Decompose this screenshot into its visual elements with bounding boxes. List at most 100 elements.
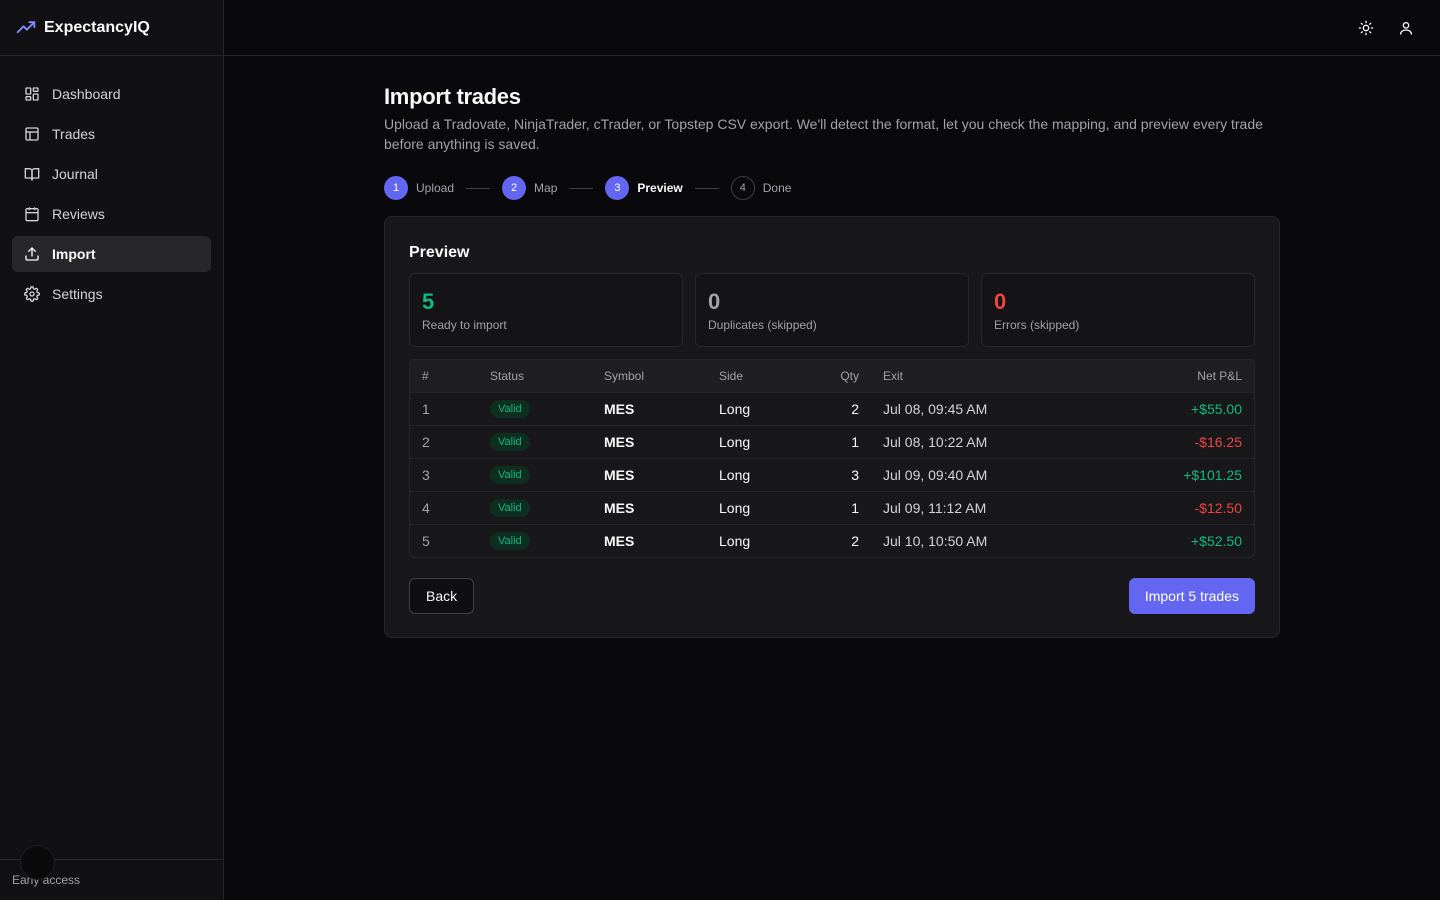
table-row: 1 Valid MES Long 2 Jul 08, 09:45 AM +$55… bbox=[410, 391, 1254, 425]
row-exit: Jul 08, 09:45 AM bbox=[871, 391, 1071, 425]
row-pnl: +$55.00 bbox=[1071, 391, 1254, 425]
row-qty: 1 bbox=[811, 490, 871, 524]
sidebar: ExpectancyIQ Dashboard Trades Journal Re… bbox=[0, 0, 224, 900]
sidebar-item-import[interactable]: Import bbox=[12, 236, 211, 272]
status-badge: Valid bbox=[490, 433, 530, 451]
row-index: 3 bbox=[410, 457, 478, 491]
row-symbol: MES bbox=[592, 490, 707, 524]
column-header: # bbox=[422, 368, 429, 383]
step-number: 4 bbox=[730, 176, 755, 200]
row-qty: 1 bbox=[811, 424, 871, 458]
topbar bbox=[224, 0, 1440, 56]
step-connector bbox=[569, 187, 594, 189]
step-connector bbox=[694, 187, 719, 189]
row-side: Long bbox=[707, 391, 811, 425]
preview-table: # Status Symbol Side Qty Exit Net P&L 1 … bbox=[409, 359, 1255, 558]
sidebar-item-label: Import bbox=[52, 246, 96, 262]
row-symbol: MES bbox=[592, 391, 707, 425]
row-status: Valid bbox=[478, 457, 592, 491]
status-badge: Valid bbox=[490, 499, 530, 517]
step-label: Upload bbox=[416, 181, 455, 195]
floating-action-button[interactable] bbox=[20, 845, 55, 880]
table-icon bbox=[25, 127, 39, 141]
sidebar-nav: Dashboard Trades Journal Reviews Import … bbox=[0, 56, 223, 312]
step-number: 2 bbox=[502, 176, 527, 200]
row-exit: Jul 09, 11:12 AM bbox=[871, 490, 1071, 524]
stat-value: 0 bbox=[994, 289, 1007, 314]
row-qty: 2 bbox=[811, 523, 871, 557]
stat-errors: 0 Errors (skipped) bbox=[981, 273, 1255, 347]
stat-value: 5 bbox=[422, 289, 435, 314]
preview-title: Preview bbox=[409, 244, 470, 261]
row-index: 5 bbox=[410, 523, 478, 557]
row-status: Valid bbox=[478, 490, 592, 524]
stat-caption: Ready to import bbox=[422, 318, 507, 332]
stat-ready: 5 Ready to import bbox=[409, 273, 683, 347]
row-pnl: -$12.50 bbox=[1071, 490, 1254, 524]
preview-card: Preview 5 Ready to import 0 Duplicates (… bbox=[384, 216, 1280, 638]
theme-toggle-button[interactable] bbox=[1354, 16, 1378, 40]
step-connector bbox=[466, 187, 491, 189]
row-exit: Jul 08, 10:22 AM bbox=[871, 424, 1071, 458]
step-number: 3 bbox=[605, 176, 630, 200]
sidebar-item-label: Journal bbox=[52, 166, 98, 182]
step-label: Done bbox=[762, 181, 792, 195]
dashboard-icon bbox=[25, 87, 39, 101]
page-subtitle: Upload a Tradovate, NinjaTrader, cTrader… bbox=[384, 116, 1263, 152]
step-number: 1 bbox=[384, 176, 408, 200]
row-index: 4 bbox=[410, 490, 478, 524]
main-content: Import trades Upload a Tradovate, NinjaT… bbox=[384, 82, 1280, 638]
row-symbol: MES bbox=[592, 457, 707, 491]
user-menu-button[interactable] bbox=[1394, 16, 1418, 40]
step-upload[interactable]: 1 Upload bbox=[384, 176, 454, 200]
step-done: 4 Done bbox=[730, 176, 792, 200]
row-side: Long bbox=[707, 490, 811, 524]
column-header: Status bbox=[490, 368, 525, 383]
step-label: Map bbox=[534, 181, 558, 195]
step-label: Preview bbox=[637, 181, 683, 195]
book-icon bbox=[24, 168, 40, 181]
sidebar-item-label: Reviews bbox=[52, 206, 105, 222]
row-index: 2 bbox=[410, 424, 478, 458]
step-preview[interactable]: 3 Preview bbox=[605, 176, 683, 200]
status-badge: Valid bbox=[490, 466, 530, 484]
column-header: Net P&L bbox=[1197, 368, 1242, 383]
brand[interactable]: ExpectancyIQ bbox=[0, 0, 223, 56]
row-qty: 2 bbox=[811, 391, 871, 425]
row-symbol: MES bbox=[592, 523, 707, 557]
gear-icon bbox=[24, 286, 40, 302]
status-badge: Valid bbox=[490, 400, 530, 418]
status-badge: Valid bbox=[490, 532, 530, 551]
import-stepper: 1 Upload 2 Map 3 Preview 4 Done bbox=[384, 176, 1280, 200]
row-qty: 3 bbox=[811, 457, 871, 491]
row-pnl: +$101.25 bbox=[1071, 457, 1254, 491]
import-trades-button[interactable]: Import 5 trades bbox=[1128, 578, 1255, 614]
back-button[interactable]: Back bbox=[409, 578, 475, 614]
sidebar-item-settings[interactable]: Settings bbox=[12, 276, 211, 312]
calendar-icon bbox=[25, 207, 39, 222]
user-icon bbox=[1400, 22, 1412, 35]
sidebar-item-journal[interactable]: Journal bbox=[12, 156, 211, 192]
row-side: Long bbox=[707, 424, 811, 458]
step-map[interactable]: 2 Map bbox=[502, 176, 557, 200]
row-status: Valid bbox=[478, 424, 592, 458]
row-pnl: -$16.25 bbox=[1071, 424, 1254, 458]
row-pnl: +$52.50 bbox=[1071, 523, 1254, 557]
table-header-row: # Status Symbol Side Qty Exit Net P&L bbox=[410, 360, 1254, 392]
page-title: Import trades bbox=[384, 84, 521, 109]
row-side: Long bbox=[707, 457, 811, 491]
column-header: Qty bbox=[840, 368, 859, 383]
stat-duplicates: 0 Duplicates (skipped) bbox=[695, 273, 969, 347]
sun-icon bbox=[1358, 20, 1374, 36]
stat-value: 0 bbox=[708, 289, 721, 314]
table-row: 2 Valid MES Long 1 Jul 08, 10:22 AM -$16… bbox=[410, 424, 1254, 458]
column-header: Side bbox=[719, 368, 744, 383]
sidebar-item-label: Trades bbox=[52, 126, 96, 142]
sidebar-item-trades[interactable]: Trades bbox=[12, 116, 211, 152]
table-row: 5 Valid MES Long 2 Jul 10, 10:50 AM +$52… bbox=[410, 523, 1254, 557]
stats-row: 5 Ready to import 0 Duplicates (skipped)… bbox=[409, 273, 1255, 347]
column-header: Symbol bbox=[604, 368, 645, 383]
row-side: Long bbox=[707, 523, 811, 557]
sidebar-item-dashboard[interactable]: Dashboard bbox=[12, 76, 211, 112]
sidebar-item-reviews[interactable]: Reviews bbox=[12, 196, 211, 232]
